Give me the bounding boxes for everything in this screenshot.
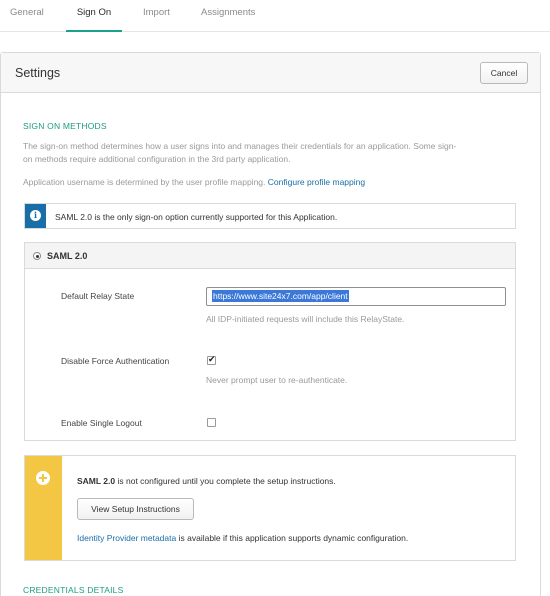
tab-general[interactable]: General (10, 7, 44, 32)
lifebuoy-icon (36, 471, 50, 485)
sign-on-description-line1: The sign-on method determines how a user… (23, 141, 457, 151)
disable-force-auth-checkbox[interactable]: ✔ (207, 356, 216, 365)
setup-warning-bar (25, 456, 62, 560)
single-logout-checkbox[interactable] (207, 418, 216, 427)
disable-force-auth-label: Disable Force Authentication (61, 356, 170, 366)
view-setup-instructions-button[interactable]: View Setup Instructions (77, 498, 194, 520)
disable-force-auth-hint: Never prompt user to re-authenticate. (206, 375, 348, 385)
info-icon: i (30, 210, 41, 221)
identity-provider-metadata-link[interactable]: Identity Provider metadata (77, 533, 176, 543)
info-callout: i SAML 2.0 is the only sign-on option cu… (24, 203, 516, 229)
relay-state-value: https://www.site24x7.com/app/client (212, 290, 349, 302)
username-mapping-text: Application username is determined by th… (23, 176, 523, 189)
tab-assignments[interactable]: Assignments (201, 7, 255, 32)
metadata-text: Identity Provider metadata is available … (77, 533, 408, 543)
tab-bar: General Sign On Import Assignments (0, 0, 550, 32)
single-logout-label: Enable Single Logout (61, 418, 142, 428)
cancel-button[interactable]: Cancel (480, 62, 528, 84)
relay-state-input[interactable]: https://www.site24x7.com/app/client (206, 287, 506, 306)
settings-title: Settings (15, 66, 61, 80)
metadata-text-rest: is available if this application support… (178, 533, 409, 543)
setup-warning-rest: is not configured until you complete the… (117, 476, 336, 486)
username-mapping-label: Application username is determined by th… (23, 177, 266, 187)
settings-header: Settings Cancel (1, 53, 540, 93)
setup-warning-text: SAML 2.0 is not configured until you com… (77, 476, 336, 486)
info-callout-bar: i (25, 204, 46, 228)
relay-state-hint: All IDP-initiated requests will include … (206, 314, 405, 324)
sign-on-description: The sign-on method determines how a user… (23, 140, 523, 166)
configure-profile-mapping-link[interactable]: Configure profile mapping (268, 177, 365, 187)
saml-radio-button[interactable] (33, 252, 41, 260)
setup-warning-callout: SAML 2.0 is not configured until you com… (24, 455, 516, 561)
sign-on-description-line2: on methods require additional configurat… (23, 154, 291, 164)
saml-header: SAML 2.0 (25, 243, 515, 269)
credentials-details-title: CREDENTIALS DETAILS (23, 585, 124, 595)
setup-warning-bold: SAML 2.0 (77, 476, 116, 486)
sign-on-methods-title: SIGN ON METHODS (23, 121, 107, 131)
tab-sign-on[interactable]: Sign On (66, 7, 122, 32)
saml-heading: SAML 2.0 (47, 251, 88, 261)
tab-import[interactable]: Import (143, 7, 170, 32)
relay-state-label: Default Relay State (61, 291, 135, 301)
saml-section: SAML 2.0 (24, 242, 516, 441)
info-callout-text: SAML 2.0 is the only sign-on option curr… (55, 212, 338, 222)
